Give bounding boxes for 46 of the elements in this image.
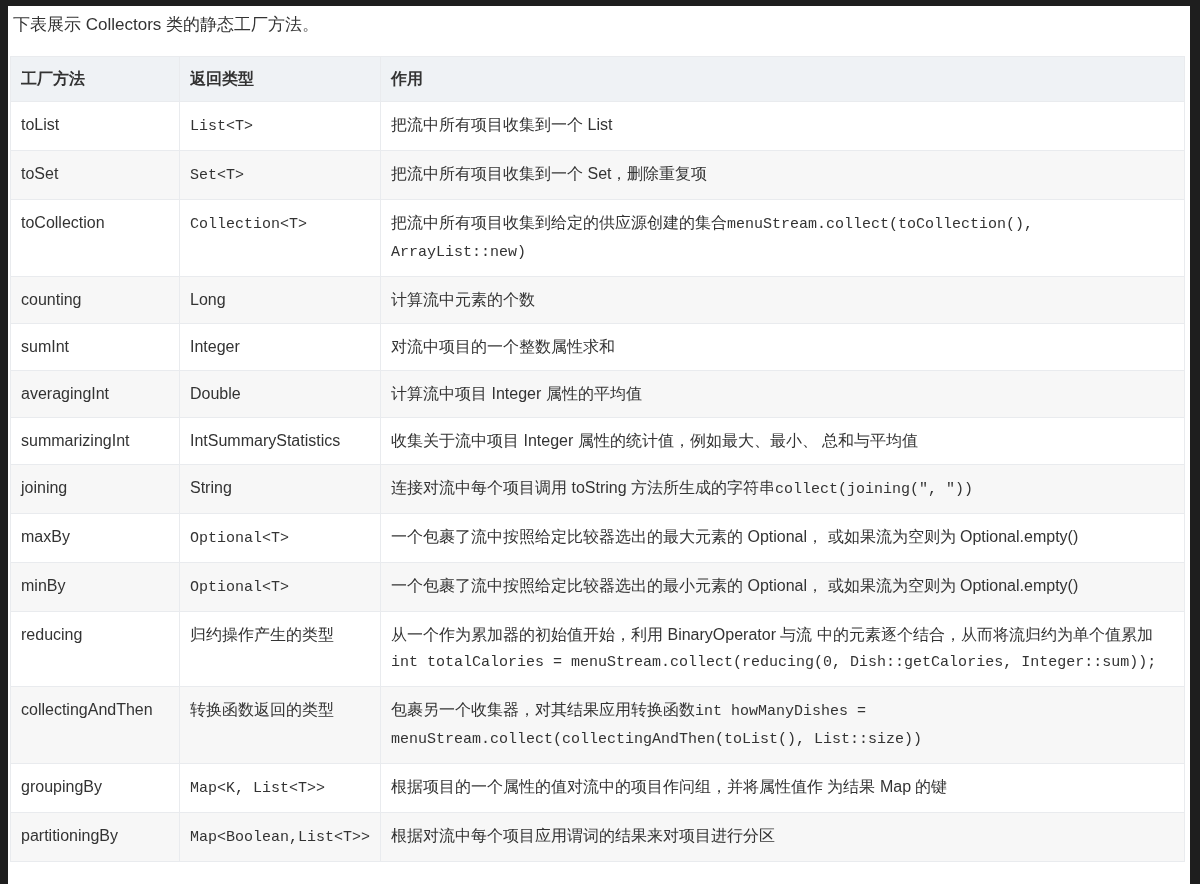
table-cell: Integer	[179, 323, 381, 371]
table-cell: groupingBy	[10, 763, 180, 813]
table-cell: 计算流中项目 Integer 属性的平均值	[380, 370, 1185, 418]
table-cell: collectingAndThen	[10, 686, 180, 764]
table-cell: toList	[10, 101, 180, 151]
table-cell: summarizingInt	[10, 417, 180, 465]
column-header: 返回类型	[179, 56, 381, 102]
table-cell: counting	[10, 276, 180, 324]
table-cell: 一个包裹了流中按照给定比较器选出的最大元素的 Optional， 或如果流为空则为 Optional.empty()	[380, 513, 1185, 563]
table-cell: List<T>	[179, 101, 381, 151]
table-cell: 计算流中元素的个数	[380, 276, 1185, 324]
table-cell: 根据对流中每个项目应用谓词的结果来对项目进行分区	[380, 812, 1185, 862]
table-cell: 把流中所有项目收集到给定的供应源创建的集合menuStream.collect(toCollection(), ArrayList::new)	[380, 199, 1185, 277]
intro-text: 下表展示 Collectors 类的静态工厂方法。	[12, 14, 321, 36]
table-cell: averagingInt	[10, 370, 180, 418]
table-cell: 从一个作为累加器的初始值开始，利用 BinaryOperator 与流 中的元素逐个结合，从而将流归约为单个值累加 int totalCalories = menuStream.collect(reducing(0, Dish::getCalories, Integer::sum));	[380, 611, 1185, 687]
table-cell: 把流中所有项目收集到一个 Set，删除重复项	[380, 150, 1185, 200]
table-cell: IntSummaryStatistics	[179, 417, 381, 465]
table-cell: sumInt	[10, 323, 180, 371]
table-cell: joining	[10, 464, 180, 514]
table-cell: 收集关于流中项目 Integer 属性的统计值，例如最大、最小、 总和与平均值	[380, 417, 1185, 465]
table-cell: minBy	[10, 562, 180, 612]
table-cell: String	[179, 464, 381, 514]
table-cell: Collection<T>	[179, 199, 381, 277]
table-cell: reducing	[10, 611, 180, 687]
table-cell: Double	[179, 370, 381, 418]
table-cell: 连接对流中每个项目调用 toString 方法所生成的字符串collect(joining(", "))	[380, 464, 1185, 514]
table-cell: 对流中项目的一个整数属性求和	[380, 323, 1185, 371]
table-cell: 包裹另一个收集器，对其结果应用转换函数int howManyDishes = menuStream.collect(collectingAndThen(toList(), List::size))	[380, 686, 1185, 764]
table-cell: 转换函数返回的类型	[179, 686, 381, 764]
table-cell: Long	[179, 276, 381, 324]
column-header: 工厂方法	[10, 56, 180, 102]
table-cell: maxBy	[10, 513, 180, 563]
table-cell: Optional<T>	[179, 562, 381, 612]
table-cell: toCollection	[10, 199, 180, 277]
table-cell: Map<K, List<T>>	[179, 763, 381, 813]
table-cell: Map<Boolean,List<T>>	[179, 812, 381, 862]
table-cell: 一个包裹了流中按照给定比较器选出的最小元素的 Optional， 或如果流为空则为 Optional.empty()	[380, 562, 1185, 612]
table-cell: partitioningBy	[10, 812, 180, 862]
table-cell: Optional<T>	[179, 513, 381, 563]
column-header: 作用	[380, 56, 1185, 102]
table-cell: toSet	[10, 150, 180, 200]
table-cell: Set<T>	[179, 150, 381, 200]
table-cell: 归约操作产生的类型	[179, 611, 381, 687]
table-cell: 根据项目的一个属性的值对流中的项目作问组，并将属性值作 为结果 Map 的键	[380, 763, 1185, 813]
table-cell: 把流中所有项目收集到一个 List	[380, 101, 1185, 151]
